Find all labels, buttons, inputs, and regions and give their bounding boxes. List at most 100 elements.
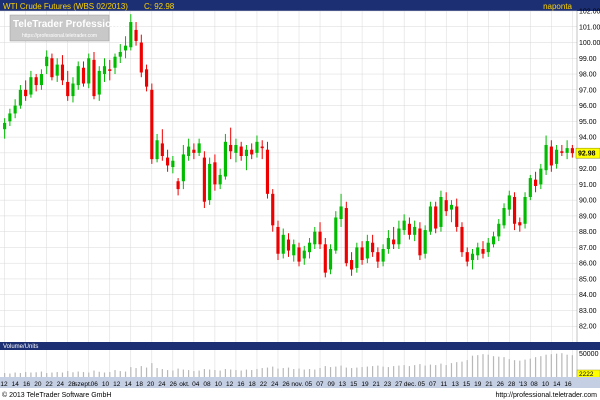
volume-bar xyxy=(398,365,400,377)
x-tick-label: 10 xyxy=(215,381,223,388)
volume-bar xyxy=(266,367,269,377)
volume-bar xyxy=(382,366,384,377)
volume-bar xyxy=(156,368,158,377)
candle-body xyxy=(8,113,12,122)
candle-body xyxy=(155,140,159,160)
candle-body xyxy=(71,83,75,97)
x-tick-label: 28 xyxy=(508,381,516,388)
x-tick-label: 12 xyxy=(113,381,121,388)
volume-bar xyxy=(124,371,127,377)
teletrader-logo: TeleTrader Professional https://professi… xyxy=(9,14,126,42)
timeframe-label[interactable]: naponta xyxy=(543,2,572,11)
candle-body xyxy=(239,146,243,157)
chart-title: WTI Crude Futures (WBS 02/2013) xyxy=(3,2,128,11)
candle-body xyxy=(570,148,574,154)
candle-body xyxy=(502,208,506,226)
volume-bar xyxy=(77,371,79,377)
candle-body xyxy=(465,252,469,262)
price-tick-label: 99.00 xyxy=(579,56,597,63)
candle-body xyxy=(397,228,401,245)
candle-body xyxy=(118,51,122,57)
volume-bar xyxy=(235,370,237,377)
volume-bar xyxy=(513,360,516,377)
candle-body xyxy=(76,66,80,86)
candle-body xyxy=(350,260,354,270)
volume-bar xyxy=(345,367,347,377)
volume-bar xyxy=(366,366,368,377)
candle-body xyxy=(160,143,164,157)
volume-bar xyxy=(408,366,411,377)
candle-body xyxy=(407,223,411,235)
price-plot-area[interactable] xyxy=(0,11,577,342)
volume-bar xyxy=(240,370,242,377)
candle-body xyxy=(481,249,485,254)
volume-bar xyxy=(372,366,374,377)
volume-bar xyxy=(571,355,573,377)
volume-bar xyxy=(482,354,484,377)
volume-bar xyxy=(272,366,274,377)
candle-body xyxy=(276,226,280,254)
candle-body xyxy=(24,89,28,97)
candle-body xyxy=(371,242,375,253)
candle-body xyxy=(449,204,454,210)
volume-bar xyxy=(477,355,479,377)
volume-panel-title: Volume/Units xyxy=(3,344,38,350)
x-tick-label: 11 xyxy=(441,381,448,388)
candle-body xyxy=(255,141,259,153)
volume-bar xyxy=(88,372,90,377)
volume-bar xyxy=(51,372,53,377)
price-tick-label: 87.00 xyxy=(579,245,597,252)
x-tick-label: 26 xyxy=(282,381,290,388)
volume-bar xyxy=(545,354,547,377)
x-tick-label: nov. xyxy=(291,381,303,388)
candle-body xyxy=(176,181,180,190)
candle-body xyxy=(428,206,433,232)
candle-body xyxy=(66,81,70,97)
volume-bar xyxy=(540,356,542,377)
price-tick-label: 86.00 xyxy=(579,261,597,268)
price-tick-label: 96.00 xyxy=(579,103,597,110)
candle-body xyxy=(87,58,91,84)
price-chart[interactable]: WTI Crude Futures (WBS 02/2013) C: 92.98… xyxy=(0,0,600,400)
candle-body xyxy=(528,178,532,197)
footer-url[interactable]: http://professional.teletrader.com xyxy=(495,392,597,399)
candle-body xyxy=(549,146,553,166)
volume-bar xyxy=(324,366,326,377)
volume-bar xyxy=(450,363,453,377)
volume-bar xyxy=(277,368,279,377)
logo-brand: TeleTrader Professional xyxy=(13,19,126,30)
x-tick-label: dec. xyxy=(404,381,416,388)
volume-bar xyxy=(393,366,395,377)
x-tick-label: 15 xyxy=(463,381,471,388)
x-tick-label: 04 xyxy=(192,381,200,388)
candle-body xyxy=(113,56,117,68)
candle-body xyxy=(286,239,291,251)
volume-bar xyxy=(308,369,311,377)
candle-body xyxy=(402,220,406,231)
volume-bar xyxy=(93,370,95,377)
x-tick-label: 09 xyxy=(328,381,336,388)
candle-body xyxy=(144,69,149,87)
volume-bar xyxy=(508,359,510,377)
candle-body xyxy=(460,226,464,253)
x-tick-label: szept. xyxy=(74,381,92,388)
candle-body xyxy=(328,249,333,270)
volume-bar xyxy=(193,371,195,377)
candle-body xyxy=(92,59,96,97)
volume-bar xyxy=(356,367,358,377)
candle-body xyxy=(260,146,264,149)
volume-bar xyxy=(261,368,263,377)
volume-bar xyxy=(9,373,11,377)
x-tick-label: 22 xyxy=(260,381,268,388)
volume-bar xyxy=(140,366,142,377)
x-tick-label: 19 xyxy=(474,381,482,388)
x-tick-label: 08 xyxy=(531,381,539,388)
x-tick-label: 27 xyxy=(395,381,403,388)
x-tick-label: 15 xyxy=(350,381,358,388)
volume-bar xyxy=(519,360,521,377)
volume-bar xyxy=(19,373,21,377)
volume-bar xyxy=(203,369,205,377)
x-tick-label: 14 xyxy=(12,381,20,388)
price-tick-label: 98.00 xyxy=(579,72,597,79)
x-tick-label: 07 xyxy=(316,381,324,388)
